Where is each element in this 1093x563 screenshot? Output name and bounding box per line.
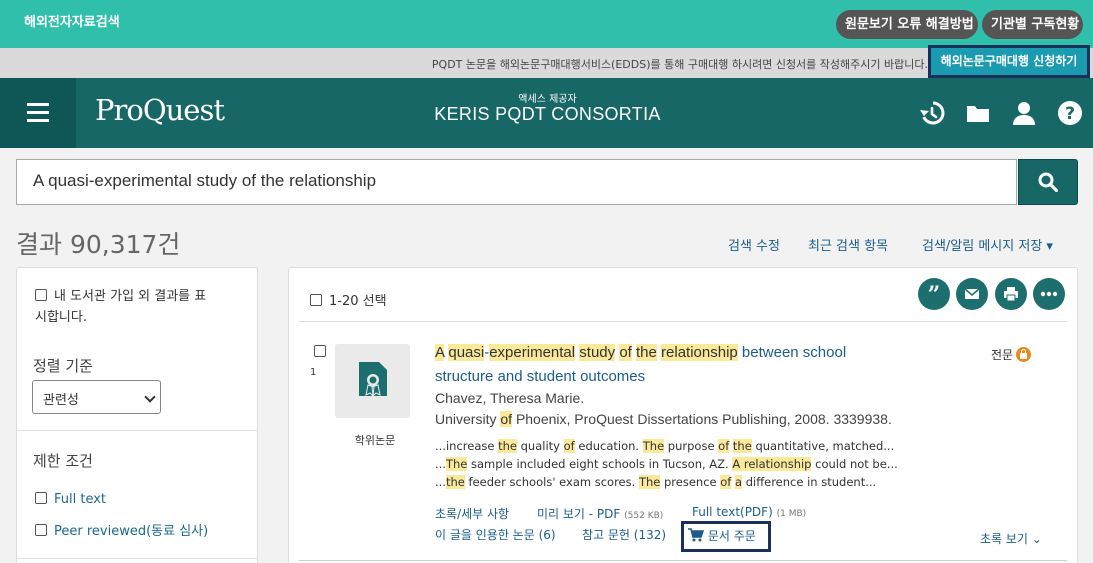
print-icon [1004, 287, 1018, 302]
cite-button[interactable]: ” [918, 278, 950, 310]
open-access-icon [1016, 347, 1032, 362]
sort-label: 정렬 기준 [33, 357, 93, 375]
item-snippet-2: ...The sample included eight schools in … [435, 457, 898, 471]
divider [17, 430, 258, 431]
more-icon [1040, 291, 1058, 297]
purchase-agency-button[interactable]: 해외논문구매대행 신청하기 [928, 45, 1090, 78]
save-search-alert-link[interactable]: 검색/알림 메시지 저장 ▾ [922, 235, 1053, 254]
user-icon[interactable] [1011, 100, 1037, 126]
peer-reviewed-label: Peer reviewed(동료 심사) [54, 524, 209, 539]
item-snippet-1: ...increase the quality of education. Th… [435, 439, 895, 453]
filter-panel: 내 도서관 가입 외 결과를 표시합니다. 정렬 기준 관련성 제한 조건 Fu… [16, 267, 258, 563]
peer-reviewed-checkbox[interactable] [35, 524, 47, 536]
email-icon [964, 288, 980, 299]
select-all-label: 1-20 선택 [329, 294, 387, 309]
recent-searches-link[interactable]: 최근 검색 항목 [808, 235, 888, 254]
results-count: 결과 90,317건 [16, 230, 181, 259]
item-publication: University of Phoenix, ProQuest Disserta… [435, 411, 892, 427]
results-panel: 1-20 선택 ” 1 학위논문 A quasi-experimental st… [288, 267, 1078, 563]
modify-search-link[interactable]: 검색 수정 [728, 235, 780, 254]
error-help-button[interactable]: 원문보기 오류 해결방법 [836, 10, 978, 39]
dissertation-icon [359, 362, 387, 398]
item-snippet-3: ...the feeder schools' exam scores. The … [435, 475, 877, 489]
search-icon [1038, 172, 1058, 192]
sort-select[interactable]: 관련성 [32, 380, 161, 414]
include-outside-option[interactable]: 내 도서관 가입 외 결과를 표시합니다. [35, 286, 250, 328]
item-type-label: 학위논문 [354, 434, 396, 447]
print-button[interactable] [995, 278, 1027, 310]
divider [17, 558, 258, 559]
include-outside-label-line2: 시합니다. [35, 310, 87, 325]
svg-text:”: ” [928, 285, 941, 303]
order-document-label: 문서 주문 [707, 529, 756, 543]
item-thumbnail[interactable] [335, 344, 410, 418]
select-all-row[interactable]: 1-20 선택 [310, 290, 387, 309]
provider-name: KERIS PQDT CONSORTIA [434, 104, 661, 124]
filter-full-text[interactable]: Full text [35, 492, 106, 507]
history-icon[interactable] [919, 100, 945, 126]
chevron-down-icon [144, 391, 156, 403]
full-text-availability: 전문 [991, 346, 1032, 363]
full-text-label: Full text [54, 492, 107, 507]
proquest-logo[interactable]: ProQuest [95, 93, 225, 127]
folder-icon[interactable] [965, 100, 991, 126]
item-title[interactable]: A quasi-experimental study of the relati… [435, 344, 846, 361]
limit-label: 제한 조건 [33, 452, 93, 470]
item-author[interactable]: Chavez, Theresa Marie. [435, 390, 584, 406]
proquest-header: ProQuest 액세스 제공자 KERIS PQDT CONSORTIA ? [0, 78, 1093, 148]
sort-select-value: 관련성 [43, 393, 79, 408]
provider-label: 액세스 제공자 [518, 94, 577, 105]
select-all-checkbox[interactable] [310, 294, 322, 306]
email-button[interactable] [956, 278, 988, 310]
search-input[interactable]: A quasi-experimental study of the relati… [16, 159, 1017, 205]
abstract-details-link[interactable]: 초록/세부 사항 [435, 505, 509, 522]
full-text-pdf-link[interactable]: Full text(PDF) (1 MB) [692, 505, 806, 519]
svg-text:?: ? [1065, 104, 1075, 124]
cited-by-link[interactable]: 이 글을 인용한 논문 (6) [435, 526, 556, 543]
more-button[interactable] [1033, 278, 1065, 310]
include-outside-label-line1: 내 도서관 가입 외 결과를 표 [54, 289, 207, 304]
notice-text: PQDT 논문을 해외논문구매대행서비스(EDDS)를 통해 구매대행 하시려면… [431, 58, 928, 71]
item-checkbox[interactable] [314, 345, 326, 357]
abstract-view-toggle[interactable]: 초록 보기 ⌄ [980, 530, 1042, 547]
subscription-status-button[interactable]: 기관별 구독현황 [982, 10, 1083, 39]
cite-icon: ” [928, 285, 941, 303]
item-title-line2[interactable]: structure and student outcomes [435, 368, 645, 385]
order-document-button[interactable]: 문서 주문 [681, 521, 771, 552]
item-number: 1 [310, 367, 317, 378]
divider [299, 560, 1067, 561]
hamburger-icon [27, 103, 49, 122]
search-button[interactable] [1018, 159, 1078, 205]
references-link[interactable]: 참고 문헌 (132) [582, 526, 666, 543]
divider [299, 321, 1067, 322]
preview-pdf-link[interactable]: 미리 보기 - PDF (552 KB) [537, 505, 663, 522]
purchase-agency-label: 해외논문구매대행 신청하기 [940, 54, 1078, 68]
site-title: 해외전자자료검색 [24, 15, 120, 30]
include-outside-checkbox[interactable] [35, 289, 47, 301]
menu-button[interactable] [0, 78, 76, 148]
cart-icon [688, 528, 705, 542]
item-title-rest: between school [741, 344, 847, 361]
filter-peer-reviewed[interactable]: Peer reviewed(동료 심사) [35, 520, 208, 539]
help-icon[interactable]: ? [1057, 100, 1083, 126]
top-bar: 해외전자자료검색 원문보기 오류 해결방법 기관별 구독현황 [0, 0, 1093, 48]
full-text-checkbox[interactable] [35, 492, 47, 504]
